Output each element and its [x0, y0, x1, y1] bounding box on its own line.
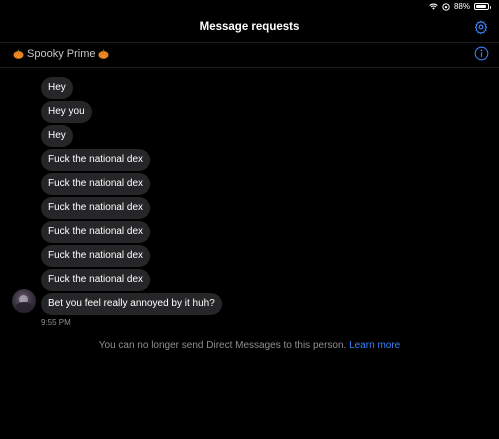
avatar[interactable] — [12, 289, 36, 313]
message-row: Hey — [41, 125, 222, 149]
wifi-icon — [429, 3, 438, 10]
message-bubble[interactable]: Fuck the national dex — [41, 197, 151, 219]
message-bubble[interactable]: Fuck the national dex — [41, 173, 151, 195]
thread-title[interactable]: Spooky Prime — [13, 48, 109, 60]
message-bubble[interactable]: Fuck the national dex — [41, 149, 151, 171]
message-row: Fuck the national dex — [41, 173, 222, 197]
message-bubble[interactable]: Bet you feel really annoyed by it huh? — [41, 293, 222, 315]
message-row: Hey — [41, 77, 222, 101]
info-icon[interactable] — [474, 46, 489, 61]
message-list: Hey Hey you Hey Fuck the national dex Fu… — [41, 77, 222, 317]
status-bar: 88% — [0, 0, 499, 14]
learn-more-link[interactable]: Learn more — [349, 340, 400, 351]
orientation-lock-icon — [442, 2, 450, 11]
message-bubble[interactable]: Hey — [41, 77, 73, 99]
message-row: Fuck the national dex — [41, 245, 222, 269]
battery-level — [476, 5, 486, 8]
message-bubble[interactable]: Fuck the national dex — [41, 245, 151, 267]
battery-percentage: 88% — [453, 2, 470, 11]
message-row: Fuck the national dex — [41, 197, 222, 221]
gear-icon[interactable] — [474, 20, 488, 34]
page-title: Message requests — [199, 21, 300, 33]
battery-icon — [474, 3, 491, 10]
pumpkin-emoji-icon — [98, 49, 109, 59]
message-timestamp: 9:55 PM — [41, 318, 71, 327]
thread-header: Spooky Prime — [0, 42, 499, 68]
thread-name-label: Spooky Prime — [27, 48, 96, 60]
message-row: Fuck the national dex — [41, 269, 222, 293]
message-bubble[interactable]: Hey — [41, 125, 73, 147]
restriction-notice-text: You can no longer send Direct Messages t… — [98, 340, 347, 351]
restriction-notice: You can no longer send Direct Messages t… — [0, 340, 499, 351]
message-row: Hey you — [41, 101, 222, 125]
message-bubble[interactable]: Fuck the national dex — [41, 269, 151, 291]
header: Message requests — [0, 14, 499, 43]
message-row: Fuck the national dex — [41, 149, 222, 173]
pumpkin-emoji-icon — [13, 49, 24, 59]
message-bubble[interactable]: Hey you — [41, 101, 92, 123]
message-row: Bet you feel really annoyed by it huh? — [41, 293, 222, 317]
status-indicators: 88% — [429, 2, 491, 11]
message-bubble[interactable]: Fuck the national dex — [41, 221, 151, 243]
message-row: Fuck the national dex — [41, 221, 222, 245]
